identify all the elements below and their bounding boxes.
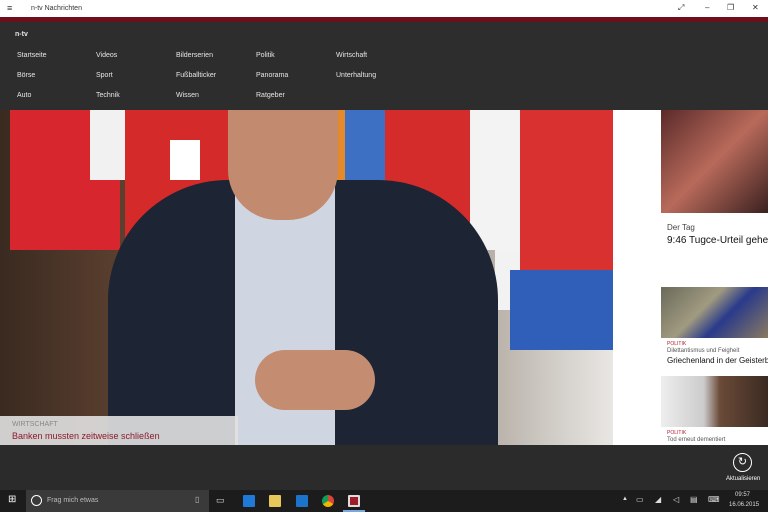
hero-article[interactable]: WIRTSCHAFT Banken mussten zeitweise schl… (0, 110, 613, 445)
nav-item-wirtschaft[interactable]: Wirtschaft (336, 52, 367, 59)
nav-item-börse[interactable]: Börse (17, 72, 35, 79)
microphone-icon[interactable]: ▯ (195, 495, 199, 504)
chrome-icon[interactable] (322, 495, 334, 507)
restore-button[interactable]: ❐ (727, 3, 734, 12)
taskbar: ⊞ Frag mich etwas ▯ ▭ ▲ ▭ ◢ ◁ ▤ ⌨ 09:57 … (0, 490, 768, 512)
nav-item-videos[interactable]: Videos (96, 52, 117, 59)
cortana-icon (31, 495, 42, 506)
refresh-icon[interactable]: ↻ (733, 453, 752, 472)
search-placeholder: Frag mich etwas (47, 497, 99, 504)
tile-category: POLITIK (667, 341, 687, 347)
file-explorer-icon[interactable] (269, 495, 281, 507)
tile-image-portrait[interactable] (661, 376, 768, 427)
battery-icon[interactable]: ▭ (636, 495, 644, 504)
keyboard-icon[interactable]: ⌨ (708, 495, 720, 504)
tile-image-der-tag[interactable] (661, 110, 768, 213)
nav-item-ratgeber[interactable]: Ratgeber (256, 92, 285, 99)
nav-item-technik[interactable]: Technik (96, 92, 120, 99)
ntv-app-icon[interactable] (348, 495, 360, 507)
tile-headline[interactable]: Griechenland in der Geisterba (667, 356, 768, 365)
nav-item-auto[interactable]: Auto (17, 92, 31, 99)
volume-icon[interactable]: ◁ (673, 495, 679, 504)
outlook-icon[interactable] (296, 495, 308, 507)
fullscreen-icon[interactable]: ⤢ (678, 3, 684, 13)
tile-category: POLITIK (667, 430, 687, 436)
tile-label: Der Tag (667, 223, 695, 232)
edge-icon[interactable] (243, 495, 255, 507)
action-center-icon[interactable]: ▤ (690, 495, 698, 504)
tile-subtitle: Dilettantismus und Feigheit (667, 348, 740, 354)
hero-caption[interactable]: WIRTSCHAFT Banken mussten zeitweise schl… (0, 416, 238, 445)
nav-item-startseite[interactable]: Startseite (17, 52, 47, 59)
hero-category: WIRTSCHAFT (12, 421, 58, 428)
windows-start-icon[interactable]: ⊞ (8, 494, 16, 505)
brand-label: n-tv (15, 31, 28, 38)
clock-date[interactable]: 16.06.2015 (729, 502, 759, 508)
nav-item-sport[interactable]: Sport (96, 72, 113, 79)
tile-image-griechenland[interactable] (661, 287, 768, 338)
nav-item-unterhaltung[interactable]: Unterhaltung (336, 72, 376, 79)
title-bar: ≡ n-tv Nachrichten ⤢ – ❐ ✕ (0, 0, 768, 17)
nav-item-bilderserien[interactable]: Bilderserien (176, 52, 213, 59)
window-title: n-tv Nachrichten (31, 5, 82, 12)
minimize-button[interactable]: – (705, 3, 709, 12)
tile-subtitle[interactable]: Tod erneut dementiert (667, 437, 725, 443)
nav-item-panorama[interactable]: Panorama (256, 72, 288, 79)
hamburger-menu-icon[interactable]: ≡ (7, 3, 12, 13)
wifi-icon[interactable]: ◢ (655, 495, 661, 504)
nav-item-fußballticker[interactable]: Fußballticker (176, 72, 216, 79)
show-hidden-icons[interactable]: ▲ (622, 496, 628, 502)
navigation-menu: n-tv Startseite Videos Bilderserien Politik… (0, 22, 768, 110)
task-view-icon[interactable]: ▭ (216, 495, 225, 506)
app-bar: ↻ Aktualisieren (0, 445, 768, 490)
clock-time[interactable]: 09:57 (735, 492, 750, 498)
nav-item-politik[interactable]: Politik (256, 52, 275, 59)
nav-item-wissen[interactable]: Wissen (176, 92, 199, 99)
search-box[interactable]: Frag mich etwas ▯ (26, 490, 209, 512)
refresh-label[interactable]: Aktualisieren (726, 476, 760, 482)
tile-headline[interactable]: 9:46 Tugce-Urteil gehe (667, 235, 768, 246)
hero-headline: Banken mussten zeitweise schließen (12, 431, 160, 441)
close-button[interactable]: ✕ (752, 3, 759, 12)
content-area: WIRTSCHAFT Banken mussten zeitweise schl… (0, 110, 768, 445)
